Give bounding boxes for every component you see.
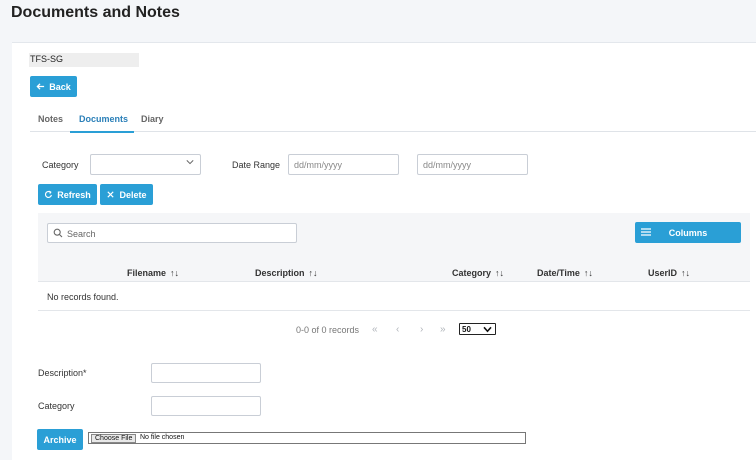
chevron-down-icon — [186, 160, 194, 165]
choose-file-button[interactable]: Choose File — [91, 434, 136, 443]
file-input[interactable]: Choose File No file chosen — [88, 432, 526, 444]
column-header-category[interactable]: Category ↑↓ — [452, 268, 504, 278]
refresh-button-label: Refresh — [57, 189, 91, 200]
next-page-icon[interactable]: › — [420, 324, 423, 335]
date-range-label: Date Range — [232, 160, 281, 170]
date-from-placeholder: dd/mm/yyyy — [294, 160, 343, 170]
list-icon — [641, 228, 651, 236]
column-header-label: Filename — [127, 268, 167, 278]
column-header-filename[interactable]: Filename ↑↓ — [127, 268, 179, 278]
no-file-text: No file chosen — [140, 434, 185, 441]
description-label: Description* — [38, 368, 87, 378]
tab-documents[interactable]: Documents — [79, 114, 128, 124]
record-reference: TFS-SG — [29, 53, 139, 67]
column-header-datetime[interactable]: Date/Time ↑↓ — [537, 268, 593, 278]
back-button-label: Back — [49, 81, 71, 92]
date-to-input[interactable]: dd/mm/yyyy — [417, 154, 528, 175]
pagination-summary: 0-0 of 0 records — [296, 325, 360, 335]
last-page-icon[interactable]: » — [440, 324, 446, 335]
columns-button-label: Columns — [668, 227, 708, 238]
sort-icon: ↑↓ — [583, 268, 593, 278]
delete-button-label: Delete — [119, 189, 147, 200]
delete-button[interactable]: Delete — [100, 184, 153, 205]
date-to-placeholder: dd/mm/yyyy — [423, 160, 472, 170]
empty-message: No records found. — [47, 292, 119, 302]
category-filter-label: Category — [42, 160, 79, 170]
search-placeholder: Search — [67, 229, 96, 239]
upload-category-label: Category — [38, 401, 75, 411]
archive-button[interactable]: Archive — [37, 429, 83, 450]
upload-category-input[interactable] — [151, 396, 261, 416]
column-header-userid[interactable]: UserID ↑↓ — [648, 268, 690, 278]
first-page-icon[interactable]: « — [372, 324, 378, 335]
category-filter-select[interactable] — [90, 154, 201, 175]
sort-icon: ↑↓ — [495, 268, 505, 278]
back-button[interactable]: Back — [30, 76, 77, 97]
sort-icon: ↑↓ — [681, 268, 691, 278]
chevron-down-icon — [483, 326, 492, 333]
documents-card: TFS-SG Back Notes Documents Diary Catego… — [12, 42, 756, 460]
column-header-label: Category — [452, 268, 492, 278]
date-from-input[interactable]: dd/mm/yyyy — [288, 154, 399, 175]
description-input[interactable] — [151, 363, 261, 383]
search-input[interactable]: Search — [47, 223, 297, 243]
column-header-label: Date/Time — [537, 268, 580, 278]
page-title: Documents and Notes — [11, 4, 180, 21]
tab-bar: Notes Documents Diary — [30, 106, 756, 133]
column-header-description[interactable]: Description ↑↓ — [255, 268, 318, 278]
sort-icon: ↑↓ — [170, 268, 180, 278]
column-header-label: UserID — [648, 268, 678, 278]
arrow-left-icon — [36, 83, 45, 90]
columns-button[interactable]: Columns — [635, 222, 741, 243]
close-icon — [107, 191, 115, 198]
sort-icon: ↑↓ — [308, 268, 318, 278]
active-tab-indicator — [70, 131, 134, 133]
refresh-button[interactable]: Refresh — [38, 184, 97, 205]
search-icon — [53, 228, 63, 238]
rows-per-page-value: 50 — [462, 325, 471, 334]
tab-notes[interactable]: Notes — [38, 114, 63, 124]
tab-diary[interactable]: Diary — [141, 114, 164, 124]
table-body: No records found. — [38, 281, 750, 311]
rows-per-page-select[interactable]: 50 — [459, 323, 496, 335]
previous-page-icon[interactable]: ‹ — [396, 324, 399, 335]
refresh-icon — [45, 190, 53, 199]
column-header-label: Description — [255, 268, 305, 278]
